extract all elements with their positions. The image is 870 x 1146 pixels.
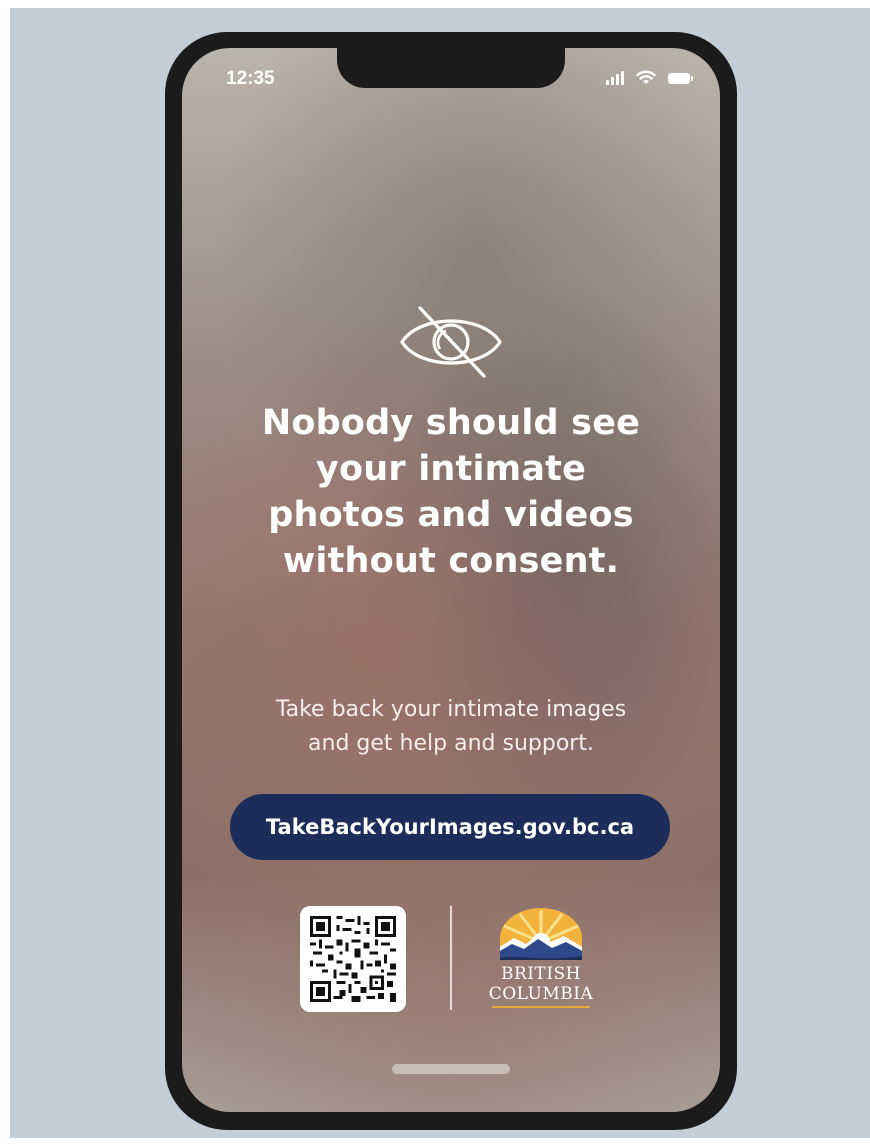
website-link-button[interactable]: TakeBackYourImages.gov.bc.ca	[230, 794, 670, 860]
qr-code[interactable]	[300, 906, 406, 1012]
headline-line: without consent.	[282, 541, 620, 581]
phone-screen: 12:35 Nobody should see your intimate ph…	[182, 48, 720, 1112]
footer-divider	[450, 906, 452, 1010]
wifi-icon	[636, 70, 656, 84]
headline-line: Nobody should see	[261, 403, 641, 443]
bc-sun-mountain-icon	[500, 908, 582, 960]
signal-icon	[606, 71, 624, 85]
home-indicator[interactable]	[392, 1064, 510, 1074]
headline-line: your intimate	[315, 449, 587, 489]
subtext-line: and get help and support.	[308, 731, 594, 756]
battery-icon	[668, 73, 693, 84]
subtext-line: Take back your intimate images	[275, 697, 627, 722]
status-icons	[606, 70, 693, 85]
logo-text-line1: BRITISH	[500, 964, 582, 984]
eye-slash-icon	[400, 306, 502, 378]
logo-underline	[492, 1006, 590, 1008]
bc-government-logo: BRITISH COLUMBIA	[486, 908, 596, 1010]
phone-notch	[337, 48, 565, 88]
headline: Nobody should see your intimate photos a…	[222, 400, 680, 584]
subtext: Take back your intimate images and get h…	[222, 693, 680, 761]
status-time: 12:35	[226, 68, 275, 89]
headline-line: photos and videos	[268, 495, 634, 535]
logo-text-line2: COLUMBIA	[488, 984, 594, 1004]
